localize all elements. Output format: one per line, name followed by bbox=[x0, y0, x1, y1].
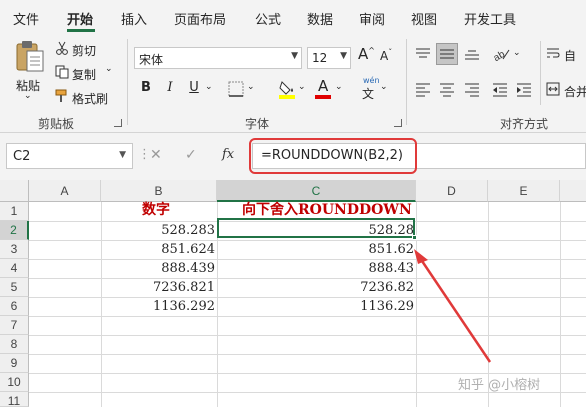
annotation-arrow-icon bbox=[414, 249, 492, 363]
watermark: 知乎 @小榕树 bbox=[458, 378, 541, 393]
